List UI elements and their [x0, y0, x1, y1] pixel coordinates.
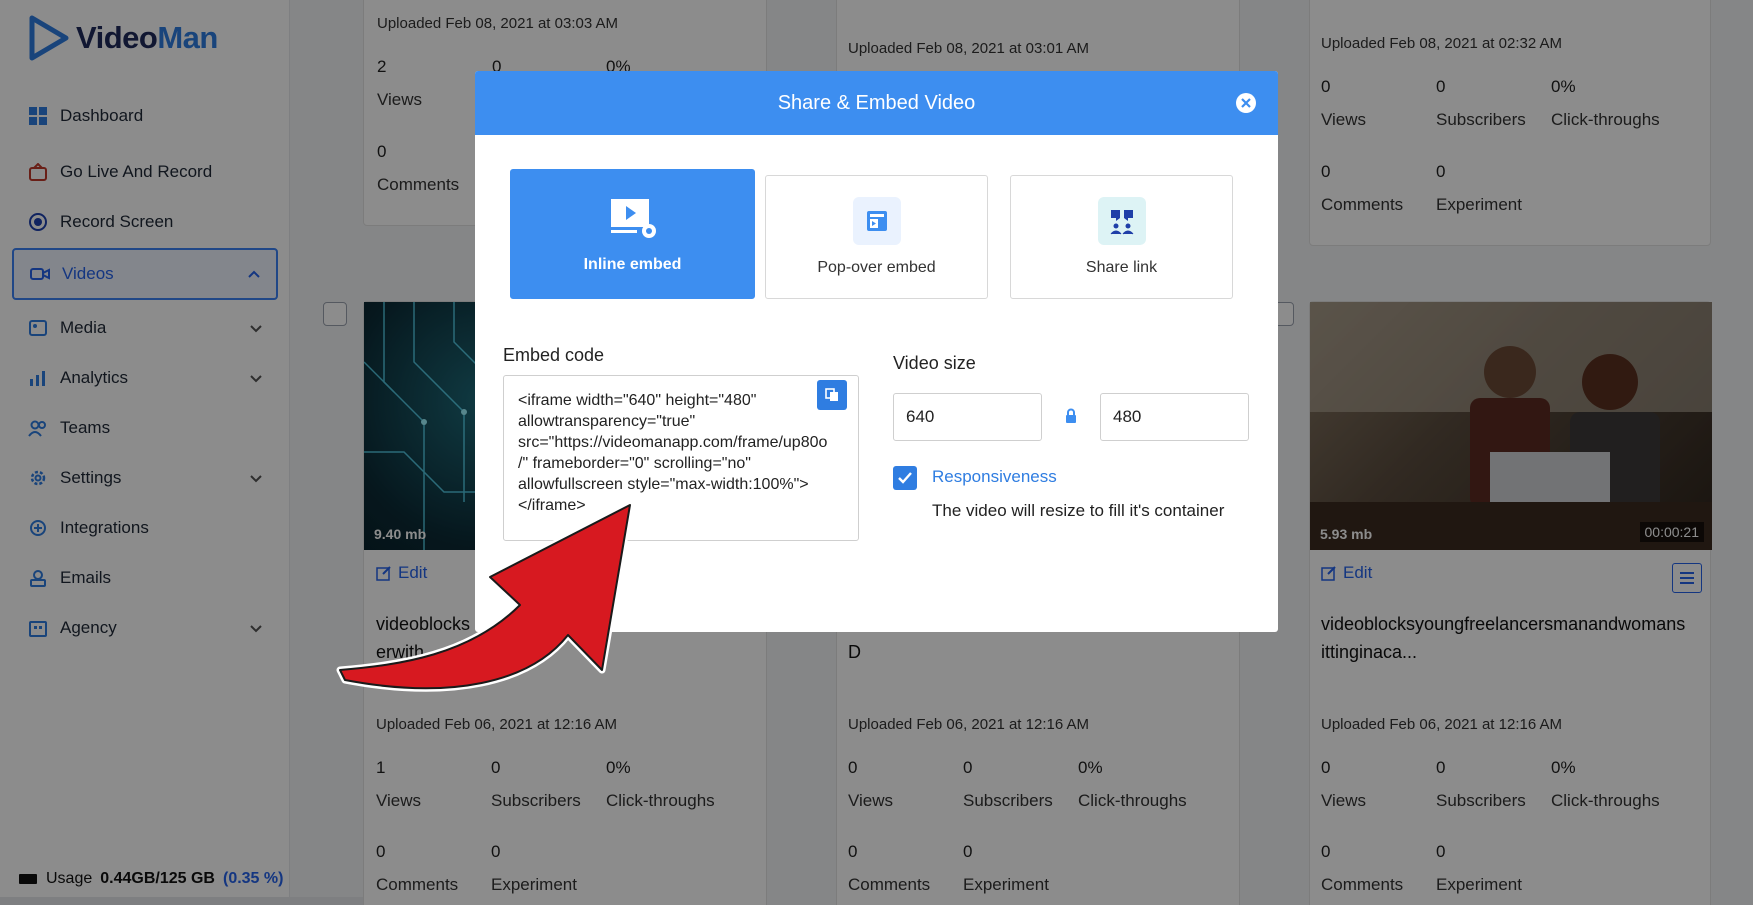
- responsiveness-description: The video will resize to fill it's conta…: [932, 501, 1225, 520]
- width-input[interactable]: 640: [893, 393, 1042, 441]
- share-link-icon: [1097, 197, 1146, 245]
- height-input[interactable]: 480: [1100, 393, 1249, 441]
- modal-title: Share & Embed Video: [777, 91, 976, 114]
- option-label: Inline embed: [583, 256, 682, 273]
- embed-code-label: Embed code: [503, 345, 605, 365]
- popover-embed-icon: [852, 197, 901, 245]
- option-popover-embed[interactable]: Pop-over embed: [765, 175, 988, 299]
- modal-header: Share & Embed Video: [475, 71, 1278, 135]
- copy-button[interactable]: [817, 380, 847, 410]
- check-icon: [898, 472, 912, 484]
- option-label: Pop-over embed: [817, 259, 936, 276]
- close-button[interactable]: [1236, 93, 1256, 113]
- video-size-label: Video size: [893, 353, 976, 373]
- inline-embed-icon: [609, 194, 657, 242]
- copy-icon: [825, 388, 838, 401]
- option-inline-embed[interactable]: Inline embed: [510, 169, 755, 299]
- annotation-arrow: [336, 501, 634, 692]
- responsiveness-checkbox[interactable]: [893, 466, 917, 490]
- close-icon: [1241, 98, 1251, 108]
- option-share-link[interactable]: Share link: [1010, 175, 1233, 299]
- aspect-lock-icon[interactable]: [1064, 408, 1078, 429]
- responsiveness-label[interactable]: Responsiveness: [932, 467, 1057, 487]
- option-label: Share link: [1085, 259, 1158, 276]
